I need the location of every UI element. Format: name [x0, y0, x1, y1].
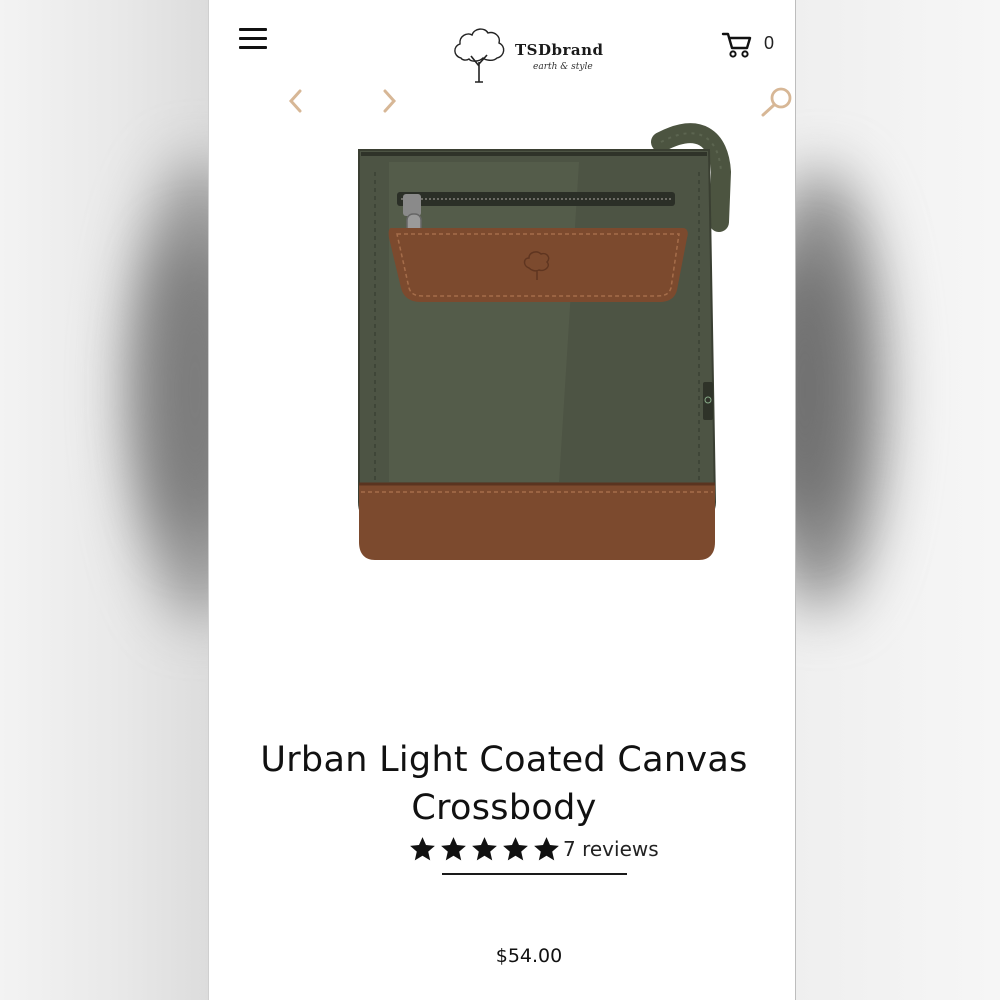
background-right: [795, 0, 1000, 1000]
reviews-link[interactable]: 7 reviews: [563, 837, 659, 861]
tree-icon: [454, 28, 505, 83]
rating-summary[interactable]: 7 reviews: [407, 834, 659, 864]
cart-count: 0: [764, 33, 775, 53]
star-icon: [472, 837, 497, 861]
phone-screen: TSDbrand earth & style 0 Urban Light Coa…: [208, 0, 796, 1000]
divider: [442, 873, 627, 875]
star-icon: [441, 837, 466, 861]
product-image[interactable]: [279, 102, 759, 582]
cart-icon[interactable]: [721, 30, 753, 58]
star-icon: [410, 837, 435, 861]
star-icon: [503, 837, 528, 861]
star-icon: [534, 837, 559, 861]
background-left: [0, 0, 210, 1000]
star-rating: [407, 835, 562, 863]
brand-tagline: earth & style: [533, 62, 593, 72]
brand-name: TSDbrand: [515, 41, 604, 59]
product-title-line-2: Crossbody: [411, 788, 597, 828]
product-title-line-1: Urban Light Coated Canvas: [260, 740, 748, 780]
hamburger-menu-icon[interactable]: [239, 28, 269, 52]
brand-logo[interactable]: TSDbrand earth & style: [447, 22, 622, 86]
product-price: $54.00: [495, 945, 563, 967]
product-title: Urban Light Coated Canvas Crossbody: [209, 736, 795, 832]
search-icon[interactable]: [757, 86, 796, 118]
